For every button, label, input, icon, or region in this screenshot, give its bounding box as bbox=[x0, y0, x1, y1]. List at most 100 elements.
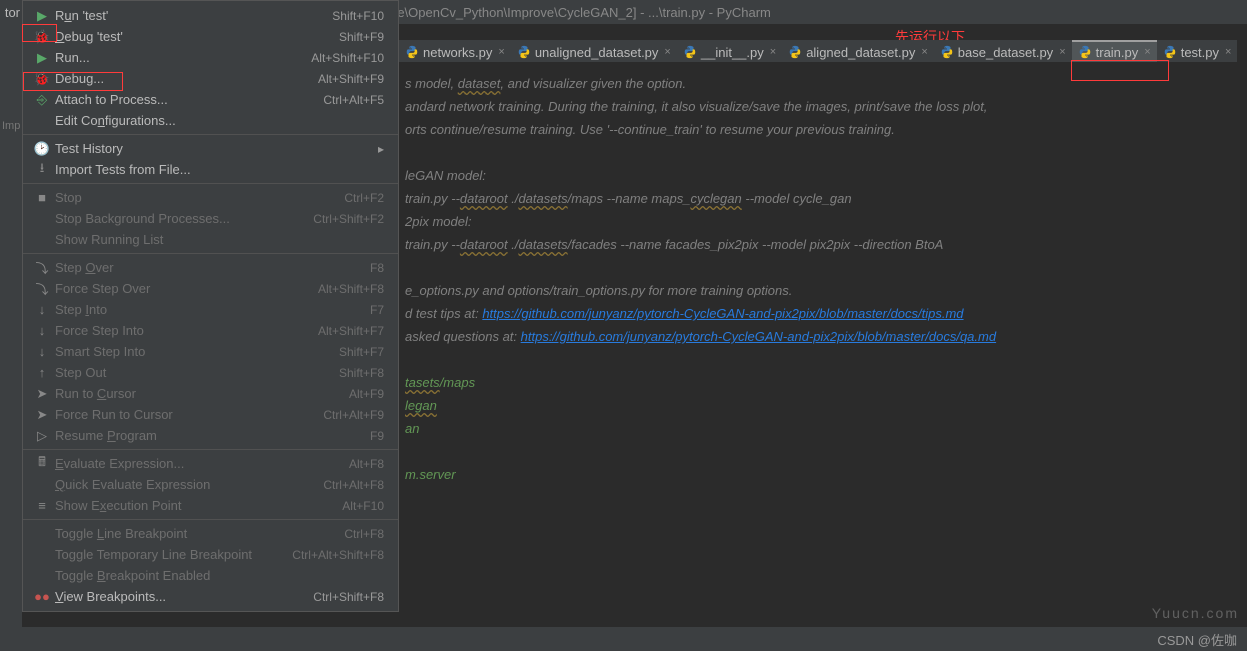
doc-link[interactable]: https://github.com/junyanz/pytorch-Cycle… bbox=[482, 306, 963, 321]
menu-item[interactable]: ▶ Run...Alt+Shift+F10 bbox=[23, 47, 398, 68]
code-line: d test tips at: https://github.com/junya… bbox=[405, 302, 1241, 325]
attach-icon: ⎆ bbox=[33, 92, 51, 108]
menu-item-label: Evaluate Expression... bbox=[51, 456, 349, 471]
menu-item: ➤ Force Run to CursorCtrl+Alt+F9 bbox=[23, 404, 398, 425]
code-line: legan bbox=[405, 394, 1241, 417]
editor-tab[interactable]: unaligned_dataset.py× bbox=[511, 40, 677, 62]
close-icon[interactable]: × bbox=[1057, 46, 1067, 58]
code-editor[interactable]: s model, dataset, and visualizer given t… bbox=[399, 62, 1247, 621]
cursor-icon: ➤ bbox=[33, 407, 51, 423]
code-line: leGAN model: bbox=[405, 164, 1241, 187]
menu-item: Toggle Temporary Line BreakpointCtrl+Alt… bbox=[23, 544, 398, 565]
close-icon[interactable]: × bbox=[1223, 46, 1233, 58]
menu-item: ⤵ Step OverF8 bbox=[23, 257, 398, 278]
code-line: an bbox=[405, 417, 1241, 440]
editor-tabs: networks.py×unaligned_dataset.py×__init_… bbox=[399, 40, 1237, 62]
menu-item-label: Run 'test' bbox=[51, 8, 332, 23]
menu-item: ↑ Step OutShift+F8 bbox=[23, 362, 398, 383]
stepinto-icon: ↓ bbox=[33, 344, 51, 359]
close-icon[interactable]: × bbox=[1142, 46, 1152, 58]
menu-item-label: Resume Program bbox=[51, 428, 370, 443]
editor-tab[interactable]: test.py × bbox=[1157, 40, 1238, 62]
menu-item-label: Show Execution Point bbox=[51, 498, 342, 513]
menu-item: ↓ Force Step IntoAlt+Shift+F7 bbox=[23, 320, 398, 341]
tool-window-bar-left: Imp bbox=[0, 24, 22, 651]
menu-item: Show Running List bbox=[23, 229, 398, 250]
menu-item-label: Quick Evaluate Expression bbox=[51, 477, 323, 492]
menu-item: ↓ Step IntoF7 bbox=[23, 299, 398, 320]
code-line bbox=[405, 440, 1241, 463]
code-line bbox=[405, 348, 1241, 371]
menu-item-label: Toggle Temporary Line Breakpoint bbox=[51, 547, 292, 562]
menu-item-label: Smart Step Into bbox=[51, 344, 339, 359]
menu-item-label: Step Over bbox=[51, 260, 370, 275]
menu-item[interactable]: 🐞 Debug 'test'Shift+F9 bbox=[23, 26, 398, 47]
close-icon[interactable]: × bbox=[919, 46, 929, 58]
tab-label: unaligned_dataset.py bbox=[535, 45, 659, 60]
menu-item-label: Show Running List bbox=[51, 232, 384, 247]
doc-link[interactable]: https://github.com/junyanz/pytorch-Cycle… bbox=[521, 329, 996, 344]
run-menu-dropdown[interactable]: ▶ Run 'test'Shift+F10🐞 Debug 'test'Shift… bbox=[22, 0, 399, 612]
menu-item[interactable]: ▶ Run 'test'Shift+F10 bbox=[23, 5, 398, 26]
menu-item-label: Step Into bbox=[51, 302, 370, 317]
editor-tab[interactable]: base_dataset.py × bbox=[934, 40, 1072, 62]
menu-item[interactable]: 🐞 Debug...Alt+Shift+F9 bbox=[23, 68, 398, 89]
play-icon: ▶ bbox=[33, 8, 51, 24]
menu-item[interactable]: ⎆ Attach to Process...Ctrl+Alt+F5 bbox=[23, 89, 398, 110]
code-line: m.server bbox=[405, 463, 1241, 486]
tab-label: __init__.py bbox=[701, 45, 764, 60]
menu-item: ▷ Resume ProgramF9 bbox=[23, 425, 398, 446]
close-icon[interactable]: × bbox=[662, 46, 672, 58]
editor-tab[interactable]: aligned_dataset.py× bbox=[782, 40, 934, 62]
menu-item: ➤ Run to CursorAlt+F9 bbox=[23, 383, 398, 404]
menu-item: Toggle Breakpoint Enabled bbox=[23, 565, 398, 586]
tab-label: test.py bbox=[1181, 45, 1219, 60]
code-line: train.py --dataroot ./datasets/facades -… bbox=[405, 233, 1241, 256]
code-line: 2pix model: bbox=[405, 210, 1241, 233]
bpview-icon: ●● bbox=[33, 589, 51, 604]
stop-icon: ■ bbox=[33, 190, 51, 205]
menu-item-label: Force Run to Cursor bbox=[51, 407, 323, 422]
menu-item-label: Stop bbox=[51, 190, 344, 205]
statusbar: CSDN @佐咖 bbox=[0, 627, 1247, 651]
resume-icon: ▷ bbox=[33, 428, 51, 444]
menu-item[interactable]: 🕑 Test History▸ bbox=[23, 138, 398, 159]
menu-item: ■ StopCtrl+F2 bbox=[23, 187, 398, 208]
bug-icon: 🐞 bbox=[33, 71, 51, 87]
menu-item-label: Stop Background Processes... bbox=[51, 211, 313, 226]
menu-item: ⤵ Force Step OverAlt+Shift+F8 bbox=[23, 278, 398, 299]
close-icon[interactable]: × bbox=[496, 46, 506, 58]
stepover-icon: ⤵ bbox=[33, 279, 51, 298]
menu-item-label: Run to Cursor bbox=[51, 386, 349, 401]
menu-item-label: Test History bbox=[51, 141, 378, 156]
menu-item-label: View Breakpoints... bbox=[51, 589, 313, 604]
code-line: s model, dataset, and visualizer given t… bbox=[405, 72, 1241, 95]
import-icon: ⭳ bbox=[33, 159, 51, 181]
menu-item: 🖩 Evaluate Expression...Alt+F8 bbox=[23, 453, 398, 474]
statusbar-text: CSDN @佐咖 bbox=[1157, 630, 1237, 649]
menu-item-label: Run... bbox=[51, 50, 311, 65]
menu-item[interactable]: Edit Configurations... bbox=[23, 110, 398, 131]
code-line bbox=[405, 141, 1241, 164]
play-icon: ▶ bbox=[33, 50, 51, 66]
menu-item[interactable]: ⭳ Import Tests from File... bbox=[23, 159, 398, 180]
menu-item-label: Attach to Process... bbox=[51, 92, 323, 107]
menu-item: Toggle Line BreakpointCtrl+F8 bbox=[23, 523, 398, 544]
menu-item[interactable]: ●● View Breakpoints...Ctrl+Shift+F8 bbox=[23, 586, 398, 607]
code-line bbox=[405, 256, 1241, 279]
menu-item: Quick Evaluate ExpressionCtrl+Alt+F8 bbox=[23, 474, 398, 495]
editor-tab[interactable]: train.py× bbox=[1072, 40, 1157, 62]
menu-item: ≡ Show Execution PointAlt+F10 bbox=[23, 495, 398, 516]
code-line: tasets/maps bbox=[405, 371, 1241, 394]
menu-item-label: Edit Configurations... bbox=[51, 113, 384, 128]
cursor-icon: ➤ bbox=[33, 386, 51, 402]
tab-label: base_dataset.py bbox=[958, 45, 1053, 60]
menu-item-label: Step Out bbox=[51, 365, 339, 380]
close-icon[interactable]: × bbox=[768, 46, 778, 58]
clock-icon: 🕑 bbox=[33, 141, 51, 157]
menu-item-label: Debug... bbox=[51, 71, 318, 86]
editor-tab[interactable]: networks.py× bbox=[399, 40, 511, 62]
gutter-imp-label: Imp bbox=[2, 120, 20, 132]
stepout-icon: ↑ bbox=[33, 365, 51, 380]
editor-tab[interactable]: __init__.py × bbox=[677, 40, 782, 62]
